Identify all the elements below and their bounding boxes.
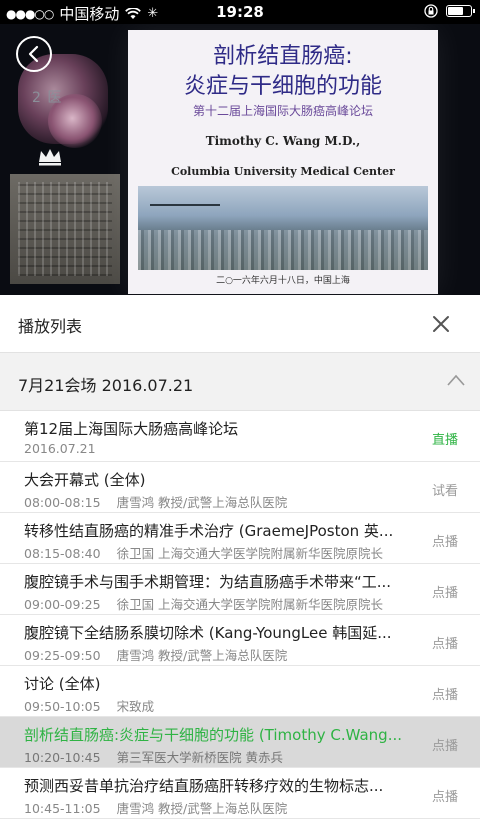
item-time: 2016.07.21 <box>24 441 96 456</box>
playlist-item[interactable]: 腹腔镜手术与围手术期管理：为结直肠癌手术带来“工... 09:00-09:25 徐卫… <box>0 564 480 615</box>
item-time: 10:45-11:05 <box>24 801 101 816</box>
playlist-item[interactable]: 第12届上海国际大肠癌高峰论坛 2016.07.21 直播 <box>0 411 480 462</box>
playlist-item[interactable]: 剖析结直肠癌:炎症与干细胞的功能 (Timothy C.Wang... 10:20… <box>0 717 480 768</box>
item-meta: 09:00-09:25 徐卫国 上海交通大学医学院附属新华医院原院长 <box>24 594 418 613</box>
item-speaker: 唐雪鸿 教授/武警上海总队医院 <box>116 495 288 510</box>
back-button[interactable] <box>16 36 52 72</box>
playlist-item[interactable]: 预测西妥昔单抗治疗结直肠癌肝转移疗效的生物标志... 10:45-11:05 唐雪鸿… <box>0 768 480 819</box>
item-title: 腹腔镜手术与围手术期管理：为结直肠癌手术带来“工... <box>24 573 392 591</box>
building-image <box>10 174 120 284</box>
status-label[interactable]: 点播 <box>432 633 458 652</box>
item-speaker: 唐雪鸿 教授/武警上海总队医院 <box>116 801 288 816</box>
item-meta: 08:15-08:40 徐卫国 上海交通大学医学院附属新华医院原院长 <box>24 543 418 562</box>
slide-date: 二○一六年六月十八日，中国上海 <box>216 276 350 286</box>
item-speaker: 唐雪鸿 教授/武警上海总队医院 <box>116 648 288 663</box>
slide-subtitle: 第十二届上海国际大肠癌高峰论坛 <box>192 104 373 118</box>
status-bar: ●●●○○ 中国移动 ✳ 19:28 <box>0 0 480 24</box>
item-title: 剖析结直肠癌:炎症与干细胞的功能 (Timothy C.Wang... <box>24 726 403 744</box>
item-speaker: 第三军医大学新桥医院 黄赤兵 <box>116 750 284 765</box>
chevron-left-icon <box>28 45 39 63</box>
status-time: 19:28 <box>216 3 264 21</box>
item-title: 预测西妥昔单抗治疗结直肠癌肝转移疗效的生物标志... <box>24 777 384 795</box>
status-right <box>424 4 475 18</box>
item-speaker: 宋致成 <box>116 699 155 714</box>
playlist-item[interactable]: 转移性结直肠癌的精准手术治疗 (GraemeJPoston 英... 08:15-… <box>0 513 480 564</box>
item-meta: 09:25-09:50 唐雪鸿 教授/武警上海总队医院 <box>24 645 418 664</box>
live-badge[interactable]: 直播 <box>432 429 458 448</box>
slide-org: Columbia University Medical Center <box>171 165 395 178</box>
presentation-slide: 剖析结直肠癌: 炎症与干细胞的功能 第十二届上海国际大肠癌高峰论坛 Timoth… <box>128 30 438 294</box>
item-time: 09:25-09:50 <box>24 648 101 663</box>
item-title: 转移性结直肠癌的精准手术治疗 (GraemeJPoston 英... <box>24 522 394 540</box>
item-speaker: 徐卫国 上海交通大学医学院附属新华医院原院长 <box>116 597 384 612</box>
status-label[interactable]: 点播 <box>432 582 458 601</box>
item-meta: 09:50-10:05 宋致成 <box>24 696 418 715</box>
item-title: 腹腔镜下全结肠系膜切除术 (Kang-YoungLee 韩国延... <box>24 624 392 642</box>
playlist-item[interactable]: 腹腔镜下全结肠系膜切除术 (Kang-YoungLee 韩国延... 09:25-… <box>0 615 480 666</box>
close-icon[interactable] <box>430 313 452 335</box>
session-title: 7月21会场 2016.07.21 <box>18 376 194 395</box>
battery-icon <box>446 5 475 17</box>
rotation-lock-icon <box>424 4 438 18</box>
playlist-item[interactable]: 大会开幕式 (全体) 08:00-08:15 唐雪鸿 教授/武警上海总队医院 试看 <box>0 462 480 513</box>
crown-logo-icon <box>39 149 61 166</box>
item-time: 10:20-10:45 <box>24 750 101 765</box>
item-time: 09:00-09:25 <box>24 597 101 612</box>
playlist-title: 播放列表 <box>18 317 83 336</box>
item-speaker: 徐卫国 上海交通大学医学院附属新华医院原院长 <box>116 546 384 561</box>
slide-author: Timothy C. Wang M.D., <box>205 134 361 148</box>
item-meta: 2016.07.21 <box>24 441 418 456</box>
video-player[interactable]: 2 医 剖析结直肠癌: 炎症与干细胞的功能 第十二届上海国际大肠癌高峰论坛 Ti… <box>0 24 480 295</box>
item-title: 第12届上海国际大肠癌高峰论坛 <box>24 420 239 438</box>
playlist-items: 第12届上海国际大肠癌高峰论坛 2016.07.21 直播大会开幕式 (全体) 08:… <box>0 411 480 819</box>
item-time: 08:15-08:40 <box>24 546 101 561</box>
status-label[interactable]: 点播 <box>432 531 458 550</box>
item-meta: 10:45-11:05 唐雪鸿 教授/武警上海总队医院 <box>24 798 418 817</box>
chevron-up-icon[interactable] <box>446 373 466 387</box>
playlist-header: 播放列表 <box>0 295 480 353</box>
item-title: 讨论 (全体) <box>24 675 101 693</box>
overlay-text: 2 医 <box>32 90 63 106</box>
slide-title-line2: 炎症与干细胞的功能 <box>183 74 382 99</box>
status-label[interactable]: 点播 <box>432 786 458 805</box>
status-label[interactable]: 点播 <box>432 735 458 754</box>
slide-title: 剖析结直肠癌: 炎症与干细胞的功能 <box>128 42 438 102</box>
slide-title-line1: 剖析结直肠癌: <box>213 44 353 69</box>
playlist-item[interactable]: 讨论 (全体) 09:50-10:05 宋致成 点播 <box>0 666 480 717</box>
city-photo <box>138 186 428 270</box>
item-time: 08:00-08:15 <box>24 495 101 510</box>
item-meta: 10:20-10:45 第三军医大学新桥医院 黄赤兵 <box>24 747 418 766</box>
session-section-header[interactable]: 7月21会场 2016.07.21 <box>0 353 480 411</box>
status-label[interactable]: 点播 <box>432 684 458 703</box>
status-label[interactable]: 试看 <box>432 480 458 499</box>
item-title: 大会开幕式 (全体) <box>24 471 146 489</box>
item-time: 09:50-10:05 <box>24 699 101 714</box>
item-meta: 08:00-08:15 唐雪鸿 教授/武警上海总队医院 <box>24 492 418 511</box>
